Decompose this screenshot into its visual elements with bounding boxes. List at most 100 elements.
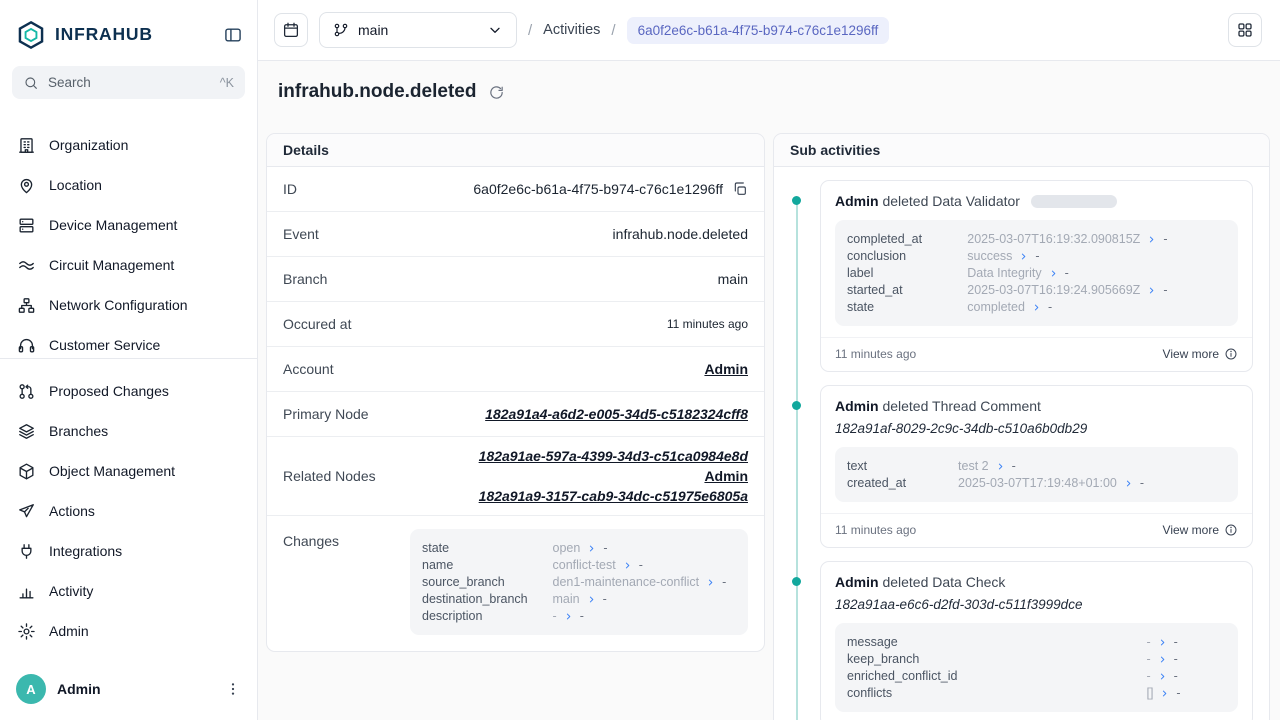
- view-more-link[interactable]: View more: [1163, 347, 1238, 361]
- layers-icon: [17, 422, 36, 441]
- sidebar-item-circuit-management[interactable]: Circuit Management: [0, 245, 257, 285]
- timeframe-button[interactable]: [274, 13, 308, 47]
- apps-button[interactable]: [1228, 13, 1262, 47]
- arrow-right-icon: [1049, 269, 1058, 278]
- change-row: keep_branch --: [847, 652, 1226, 666]
- changes-box: text test 2- created_at 2025-03-07T17:19…: [835, 447, 1238, 502]
- infrahub-logo-icon[interactable]: [16, 20, 46, 50]
- arrow-right-icon: [706, 578, 715, 587]
- search-placeholder: Search: [48, 75, 91, 90]
- user-row: A Admin: [0, 662, 257, 720]
- change-row: enriched_conflict_id --: [847, 669, 1226, 683]
- changes-box: message -- keep_branch -- enriched_confl…: [835, 623, 1238, 712]
- detail-row-primary-node: Primary Node 182a91a4-a6d2-e005-34d5-c51…: [267, 392, 764, 437]
- sidebar-menu-primary: Organization Location Device Management …: [0, 125, 257, 359]
- branch-selected-label: main: [358, 22, 388, 38]
- page-title: infrahub.node.deleted: [278, 81, 476, 103]
- sub-activities-title: Sub activities: [774, 134, 1269, 167]
- branch-selector[interactable]: main: [319, 12, 517, 48]
- primary-node-link[interactable]: 182a91a4-a6d2-e005-34d5-c5182324cff8: [485, 406, 748, 422]
- arrow-right-icon: [587, 544, 596, 553]
- entry-time: 11 minutes ago: [835, 523, 916, 537]
- sidebar-item-network-configuration[interactable]: Network Configuration: [0, 285, 257, 325]
- change-row: created_at 2025-03-07T17:19:48+01:00-: [847, 476, 1226, 490]
- breadcrumb-separator: /: [611, 22, 615, 39]
- related-node-link[interactable]: 182a91a9-3157-cab9-34dc-c51975e6805a: [479, 488, 748, 504]
- change-row: name conflict-test-: [422, 558, 736, 572]
- sidebar: INFRAHUB Search ^K Organization Location…: [0, 0, 258, 720]
- copy-icon[interactable]: [732, 181, 748, 197]
- sidebar-item-activity[interactable]: Activity: [0, 571, 257, 611]
- sidebar-item-integrations[interactable]: Integrations: [0, 531, 257, 571]
- entry-object-id: 182a91af-8029-2c9c-34db-c510a6b0db29: [835, 421, 1238, 436]
- arrow-right-icon: [1019, 252, 1028, 261]
- sidebar-item-actions[interactable]: Actions: [0, 491, 257, 531]
- content-area: main / Activities / 6a0f2e6c-b61a-4f75-b…: [258, 0, 1280, 720]
- change-row: destination_branch main-: [422, 592, 736, 606]
- entry-headline: Admin deleted Data Validator: [835, 193, 1238, 209]
- sidebar-item-admin[interactable]: Admin: [0, 611, 257, 651]
- columns: Details ID 6a0f2e6c-b61a-4f75-b974-c76c1…: [266, 133, 1270, 720]
- sidebar-item-customer-service[interactable]: Customer Service: [0, 325, 257, 359]
- sidebar-menu-secondary: Proposed Changes Branches Object Managem…: [0, 359, 257, 662]
- entry-time: 11 minutes ago: [835, 347, 916, 361]
- arrow-right-icon: [1032, 303, 1041, 312]
- arrow-right-icon: [1124, 479, 1133, 488]
- detail-row-changes: Changes state open- name conflict-test- …: [267, 516, 764, 651]
- entry-headline: Admin deleted Data Check: [835, 574, 1238, 590]
- entry-object-id: 182a91aa-e6c6-d2fd-303d-c511f3999dce: [835, 597, 1238, 612]
- view-more-link[interactable]: View more: [1163, 523, 1238, 537]
- refresh-icon[interactable]: [488, 84, 505, 101]
- git-branch-icon: [333, 22, 349, 38]
- arrow-right-icon: [1158, 672, 1167, 681]
- changes-box: completed_at 2025-03-07T16:19:32.090815Z…: [835, 220, 1238, 326]
- change-row: conclusion success-: [847, 249, 1226, 263]
- change-row: source_branch den1-maintenance-conflict-: [422, 575, 736, 589]
- sidebar-item-object-management[interactable]: Object Management: [0, 451, 257, 491]
- collapse-sidebar-icon[interactable]: [223, 25, 243, 45]
- logo-text: INFRAHUB: [55, 24, 153, 45]
- logo-row: INFRAHUB: [0, 0, 257, 56]
- sidebar-item-proposed-changes[interactable]: Proposed Changes: [0, 371, 257, 411]
- top-bar: main / Activities / 6a0f2e6c-b61a-4f75-b…: [258, 0, 1280, 61]
- cube-icon: [17, 462, 36, 481]
- detail-row-related-nodes: Related Nodes 182a91ae-597a-4399-34d3-c5…: [267, 437, 764, 516]
- waves-icon: [17, 256, 36, 275]
- sidebar-item-location[interactable]: Location: [0, 165, 257, 205]
- pull-request-icon: [17, 382, 36, 401]
- change-row: description --: [422, 609, 736, 623]
- changes-box: state open- name conflict-test- source_b…: [410, 529, 748, 635]
- avatar: A: [16, 674, 46, 704]
- gear-icon: [17, 622, 36, 641]
- detail-row-id: ID 6a0f2e6c-b61a-4f75-b974-c76c1e1296ff: [267, 167, 764, 212]
- sub-activities-body: Admin deleted Data Validator completed_a…: [774, 167, 1269, 720]
- sidebar-item-organization[interactable]: Organization: [0, 125, 257, 165]
- headset-icon: [17, 336, 36, 355]
- details-card-title: Details: [267, 134, 764, 167]
- network-icon: [17, 296, 36, 315]
- sub-activity-entry: Admin deleted Thread Comment 182a91af-80…: [820, 385, 1253, 548]
- sidebar-item-branches[interactable]: Branches: [0, 411, 257, 451]
- search-shortcut: ^K: [220, 76, 234, 90]
- account-link[interactable]: Admin: [704, 361, 748, 377]
- search-input[interactable]: Search ^K: [12, 66, 245, 99]
- id-value: 6a0f2e6c-b61a-4f75-b974-c76c1e1296ff: [473, 181, 723, 197]
- user-name: Admin: [57, 681, 101, 697]
- entry-footer: 11 minutes ago View more: [821, 513, 1252, 547]
- timeline-line: [796, 201, 798, 720]
- arrow-right-icon: [1160, 689, 1169, 698]
- related-node-link[interactable]: 182a91ae-597a-4399-34d3-c51ca0984e8d: [479, 448, 748, 464]
- activity-id-badge: 6a0f2e6c-b61a-4f75-b974-c76c1e1296ff: [627, 17, 890, 44]
- main: infrahub.node.deleted Details ID 6a0f2e6…: [258, 61, 1280, 720]
- change-row: label Data Integrity-: [847, 266, 1226, 280]
- apps-grid-icon: [1236, 21, 1254, 39]
- related-node-link[interactable]: Admin: [704, 468, 748, 484]
- sidebar-item-device-management[interactable]: Device Management: [0, 205, 257, 245]
- arrow-right-icon: [1147, 286, 1156, 295]
- breadcrumb-activities[interactable]: Activities: [543, 22, 600, 38]
- arrow-right-icon: [1147, 235, 1156, 244]
- user-menu-kebab-icon[interactable]: [225, 681, 241, 697]
- change-row: started_at 2025-03-07T16:19:24.905669Z-: [847, 283, 1226, 297]
- plug-icon: [17, 542, 36, 561]
- arrow-right-icon: [587, 595, 596, 604]
